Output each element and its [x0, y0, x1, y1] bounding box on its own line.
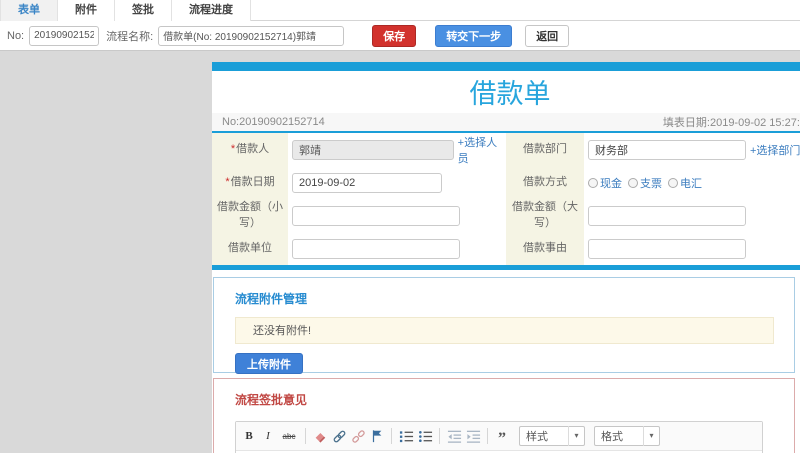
form-number: No:20190902152714: [222, 116, 325, 128]
loan-reason-field: [584, 232, 800, 265]
loan-unit-field: [288, 232, 506, 265]
outdent-icon[interactable]: [446, 428, 462, 444]
loan-date-input[interactable]: [292, 172, 442, 193]
attachment-section-heading: 流程附件管理: [235, 292, 308, 306]
toolbar-separator: [305, 428, 306, 444]
meta-row: No:20190902152714 填表日期:2019-09-02 15:27:…: [212, 113, 800, 131]
borrower-input[interactable]: [292, 139, 454, 160]
chevron-down-icon: ▾: [568, 426, 584, 446]
no-attachment-message: 还没有附件!: [235, 317, 774, 344]
fill-date: 填表日期:2019-09-02 15:27:1: [662, 117, 800, 129]
page-title: 借款单: [469, 79, 551, 109]
loan-method-label: 借款方式: [506, 166, 584, 199]
loan-reason-input[interactable]: [588, 238, 746, 259]
anchor-flag-icon[interactable]: [369, 428, 385, 444]
command-bar: No: 流程名称: 保存 转交下一步 返回: [0, 21, 800, 51]
toolbar-separator: [391, 428, 392, 444]
tab-process-progress[interactable]: 流程进度: [172, 0, 251, 21]
numbered-list-icon[interactable]: [398, 428, 414, 444]
process-name-input[interactable]: [158, 25, 345, 46]
required-marker: *: [230, 142, 236, 155]
loan-unit-label: 借款单位: [212, 232, 288, 265]
forward-next-step-button[interactable]: 转交下一步: [435, 24, 513, 47]
tab-attachment[interactable]: 附件: [58, 0, 115, 21]
strikethrough-icon[interactable]: abc: [279, 428, 299, 444]
loan-form-panel: 借款单 No:20190902152714 填表日期:2019-09-02 15…: [212, 62, 800, 453]
panel-bottom-accent-bar: [212, 265, 800, 270]
attachment-section: 流程附件管理 还没有附件! 上传附件: [213, 277, 795, 374]
tab-approval[interactable]: 签批: [115, 0, 172, 21]
screen: 表单 附件 签批 流程进度 No: 流程名称: 保存 转交下一步 返回 借款单 …: [0, 0, 800, 453]
link-icon[interactable]: [331, 428, 347, 444]
select-department-link[interactable]: +选择部门: [750, 142, 800, 158]
remove-format-icon[interactable]: [312, 428, 328, 444]
department-field: +选择部门: [584, 133, 800, 166]
no-input[interactable]: [29, 25, 100, 46]
toolbar-separator: [487, 428, 488, 444]
styles-dropdown[interactable]: 样式 ▾: [519, 426, 585, 446]
radio-wire[interactable]: 电汇: [668, 175, 702, 191]
toolbar-separator: [439, 428, 440, 444]
chevron-down-icon: ▾: [643, 426, 659, 446]
department-label: 借款部门: [506, 133, 584, 166]
rich-text-editor: B I abc ” 样式 ▾ 格式 ▾: [235, 421, 763, 453]
select-person-link[interactable]: +选择人员: [458, 134, 506, 166]
format-dropdown-label: 格式: [601, 431, 623, 443]
loan-date-field: [288, 166, 506, 199]
amount-small-label: 借款金额（小写）: [212, 199, 288, 232]
bulleted-list-icon[interactable]: [417, 428, 433, 444]
loan-date-label: * 借款日期: [212, 166, 288, 199]
styles-dropdown-label: 样式: [526, 431, 548, 443]
format-dropdown[interactable]: 格式 ▾: [594, 426, 660, 446]
indent-icon[interactable]: [465, 428, 481, 444]
no-label: No:: [7, 29, 25, 42]
loan-method-radio-group: 现金 支票 电汇: [588, 175, 702, 191]
radio-cash[interactable]: 现金: [588, 175, 622, 191]
back-button[interactable]: 返回: [525, 24, 570, 47]
radio-icon: [588, 177, 598, 188]
italic-icon[interactable]: I: [260, 428, 276, 444]
radio-icon: [668, 177, 678, 188]
amount-small-input[interactable]: [292, 205, 460, 226]
panel-top-accent-bar: [212, 62, 800, 71]
tab-form[interactable]: 表单: [0, 0, 58, 21]
bold-icon[interactable]: B: [241, 428, 257, 444]
save-button[interactable]: 保存: [372, 24, 417, 47]
approval-section: 流程签批意见 B I abc ” 样式 ▾ 格式 ▾: [213, 378, 795, 453]
loan-reason-label: 借款事由: [506, 232, 584, 265]
borrower-field: +选择人员: [288, 133, 506, 166]
borrower-label: * 借款人: [212, 133, 288, 166]
amount-big-field: [584, 199, 800, 232]
process-name-label: 流程名称:: [106, 30, 154, 43]
department-input[interactable]: [588, 139, 746, 160]
loan-method-field: 现金 支票 电汇: [584, 166, 800, 199]
required-marker: *: [225, 175, 230, 188]
editor-toolbar: B I abc ” 样式 ▾ 格式 ▾: [236, 422, 762, 451]
tab-bar: 表单 附件 签批 流程进度: [0, 0, 800, 21]
blockquote-icon[interactable]: ”: [494, 428, 510, 447]
amount-big-input[interactable]: [588, 205, 746, 226]
amount-small-field: [288, 199, 506, 232]
amount-big-label: 借款金额（大写）: [506, 199, 584, 232]
approval-section-heading: 流程签批意见: [235, 393, 308, 407]
loan-unit-input[interactable]: [292, 238, 460, 259]
radio-icon: [628, 177, 638, 188]
unlink-icon[interactable]: [350, 428, 366, 444]
upload-attachment-button[interactable]: 上传附件: [235, 353, 303, 374]
radio-check[interactable]: 支票: [628, 175, 662, 191]
loan-form-grid: *借款人 +选择人员 借款部门 +选择部门 *借款日期 借款方式 现金 支票 电…: [212, 133, 800, 265]
